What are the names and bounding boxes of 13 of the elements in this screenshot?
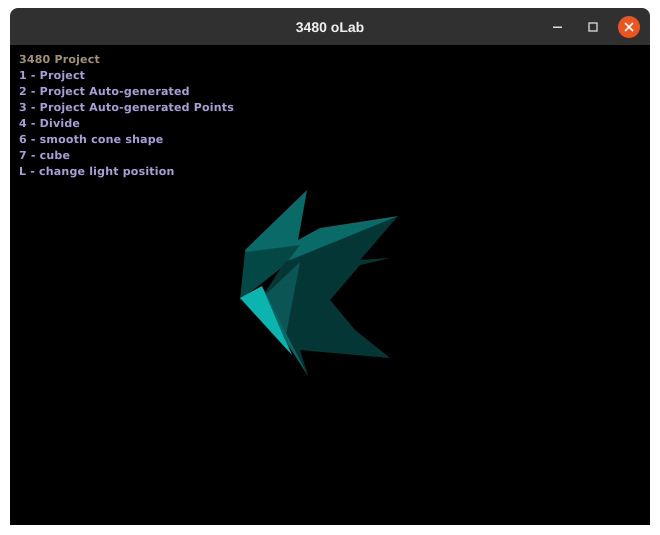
menu-hint: L - change light position xyxy=(19,164,176,180)
menu-hint: 1 - Project xyxy=(19,68,86,84)
menu-hint: 4 - Divide xyxy=(19,116,82,132)
overlay-heading: 3480 Project xyxy=(19,52,101,68)
maximize-icon xyxy=(588,22,598,32)
window-title: 3480 oLab xyxy=(296,18,364,34)
menu-hint: 2 - Project Auto-generated xyxy=(19,84,191,100)
menu-hint: 7 - cube xyxy=(19,148,72,164)
menu-hint: 6 - smooth cone shape xyxy=(19,132,164,148)
minimize-icon xyxy=(552,26,562,28)
close-button[interactable] xyxy=(618,16,640,38)
menu-hint: 3 - Project Auto-generated Points xyxy=(19,100,234,116)
close-icon xyxy=(624,22,634,32)
